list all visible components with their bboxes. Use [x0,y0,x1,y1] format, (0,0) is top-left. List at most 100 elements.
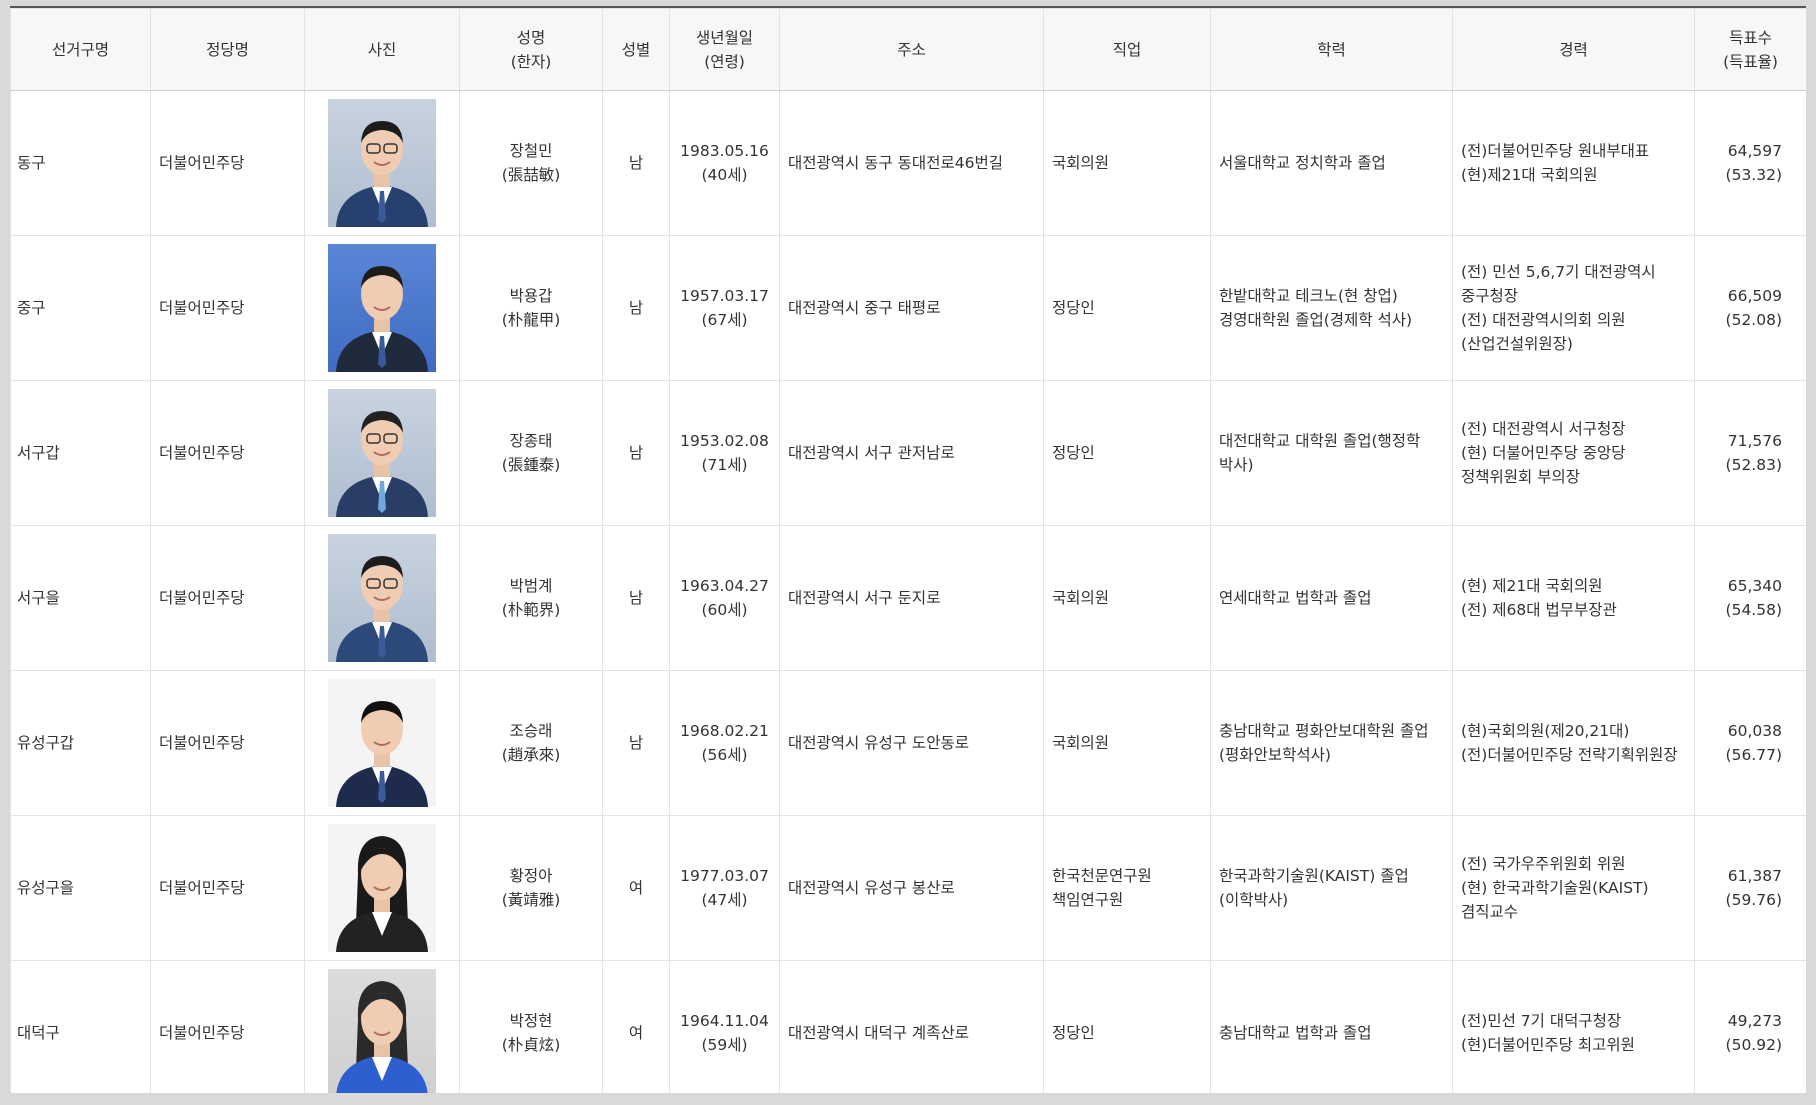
address-cell: 대전광역시 유성구 봉산로 [779,815,1044,961]
text-line: (전) 제68대 법무부장관 [1461,601,1617,619]
photo-cell [304,960,460,1093]
gender-cell: 남 [602,380,670,526]
age: (71세) [701,456,748,474]
age: (56세) [701,746,748,764]
text-line: (현) 제21대 국회의원 [1461,577,1603,595]
vote-count: 65,340 [1727,577,1782,595]
text-line: (전)더불어민주당 전략기획위원장 [1461,746,1678,764]
candidate-hanja: (張喆敏) [501,166,561,184]
candidate-name: 박정현 [509,1012,553,1030]
career-cell: (전) 민선 5,6,7기 대전광역시 중구청장 (전) 대전광역시의회 의원 (산업… [1452,235,1695,381]
votes-cell: 61,387 (59.76) [1694,815,1806,961]
gender-cell: 여 [602,815,670,961]
text-line: 한국과학기술원(KAIST) 졸업 [1219,867,1409,885]
party-cell: 더불어민주당 [150,90,305,236]
name-cell: 황정아 (黃靖雅) [459,815,603,961]
address-cell: 대전광역시 동구 동대전로46번길 [779,90,1044,236]
text-line: (현) 한국과학기술원(KAIST) [1461,879,1649,897]
text-line: 충남대학교 법학과 졸업 [1219,1024,1372,1042]
party-cell: 더불어민주당 [150,960,305,1093]
text-line: 연세대학교 법학과 졸업 [1219,589,1372,607]
text-line: (현)더불어민주당 최고위원 [1461,1036,1635,1054]
candidate-table: 선거구명 정당명 사진 성명 (한자) 성별 생년월일 (연령) 주소 직업 학력 … [10,8,1806,1093]
birth-date: 1957.03.17 [680,287,769,305]
text-line: (현) 더불어민주당 중앙당 [1461,444,1626,462]
career-cell: (전) 대전광역시 서구청장 (현) 더불어민주당 중앙당 정책위원회 부의장 [1452,380,1695,526]
candidate-photo [328,244,436,372]
text-line: 충남대학교 평화안보대학원 졸업 [1219,722,1429,740]
text-line: 정책위원회 부의장 [1461,468,1581,486]
party-cell: 더불어민주당 [150,235,305,381]
education-cell: 충남대학교 평화안보대학원 졸업 (평화안보학석사) [1210,670,1453,816]
candidate-hanja: (朴範界) [501,601,561,619]
text-line: 국회의원 [1052,154,1110,172]
district-cell: 대덕구 [10,960,151,1093]
vote-rate: (50.92) [1725,1036,1782,1054]
photo-cell [304,525,460,671]
gender-cell: 남 [602,525,670,671]
birth-cell: 1968.02.21 (56세) [669,670,780,816]
district-cell: 중구 [10,235,151,381]
candidate-hanja: (朴貞炫) [501,1036,561,1054]
candidate-name: 장종태 [509,432,553,450]
text-line: 국회의원 [1052,589,1110,607]
district-cell: 유성구갑 [10,670,151,816]
career-cell: (현)국회의원(제20,21대) (전)더불어민주당 전략기획위원장 [1452,670,1695,816]
career-cell: (현) 제21대 국회의원 (전) 제68대 법무부장관 [1452,525,1695,671]
candidate-row: 중구 더불어민주당 박용갑 (朴龍甲) 남 1957.03.17 (67세) 대전광역시 중구… [10,235,1806,381]
header-row: 선거구명 정당명 사진 성명 (한자) 성별 생년월일 (연령) 주소 직업 학력 … [10,8,1806,91]
name-cell: 장철민 (張喆敏) [459,90,603,236]
address-cell: 대전광역시 서구 관저남로 [779,380,1044,526]
district-cell: 서구을 [10,525,151,671]
education-cell: 충남대학교 법학과 졸업 [1210,960,1453,1093]
header-party: 정당명 [150,8,305,91]
candidate-photo [328,824,436,952]
address-cell: 대전광역시 중구 태평로 [779,235,1044,381]
header-career: 경력 [1452,8,1695,91]
birth-date: 1953.02.08 [680,432,769,450]
votes-cell: 71,576 (52.83) [1694,380,1806,526]
job-cell: 국회의원 [1043,90,1211,236]
text-line: (현)국회의원(제20,21대) [1461,722,1630,740]
birth-date: 1963.04.27 [680,577,769,595]
candidate-photo [328,389,436,517]
candidate-row: 대덕구 더불어민주당 박정현 (朴貞炫) 여 1964.11.04 (59세) 대전광역시 대… [10,960,1806,1093]
gender-cell: 남 [602,235,670,381]
vote-rate: (54.58) [1725,601,1782,619]
text-line: (전) 대전광역시의회 의원 [1461,311,1626,329]
text-line: (전) 국가우주위원회 위원 [1461,855,1626,873]
career-cell: (전)민선 7기 대덕구청장 (현)더불어민주당 최고위원 [1452,960,1695,1093]
party-cell: 더불어민주당 [150,380,305,526]
age: (67세) [701,311,748,329]
birth-cell: 1953.02.08 (71세) [669,380,780,526]
candidate-name: 박용갑 [509,287,553,305]
candidate-name: 황정아 [509,867,553,885]
age: (47세) [701,891,748,909]
vote-count: 64,597 [1727,142,1782,160]
photo-cell [304,235,460,381]
job-cell: 정당인 [1043,380,1211,526]
birth-cell: 1983.05.16 (40세) [669,90,780,236]
votes-cell: 49,273 (50.92) [1694,960,1806,1093]
candidate-hanja: (張鍾泰) [501,456,561,474]
header-name: 성명 (한자) [459,8,603,91]
candidate-photo [328,534,436,662]
text-line: (산업건설위원장) [1461,335,1573,353]
vote-count: 71,576 [1727,432,1782,450]
job-cell: 정당인 [1043,235,1211,381]
gender-cell: 여 [602,960,670,1093]
district-cell: 서구갑 [10,380,151,526]
photo-cell [304,815,460,961]
job-cell: 한국천문연구원 책임연구원 [1043,815,1211,961]
header-district: 선거구명 [10,8,151,91]
address-cell: 대전광역시 유성구 도안동로 [779,670,1044,816]
photo-cell [304,380,460,526]
header-votes: 득표수 (득표율) [1694,8,1806,91]
candidate-table-frame: 선거구명 정당명 사진 성명 (한자) 성별 생년월일 (연령) 주소 직업 학력 … [10,6,1806,1093]
text-line: 경영대학원 졸업(경제학 석사) [1219,311,1413,329]
address-cell: 대전광역시 서구 둔지로 [779,525,1044,671]
header-birth: 생년월일 (연령) [669,8,780,91]
vote-rate: (52.83) [1725,456,1782,474]
vote-rate: (52.08) [1725,311,1782,329]
candidate-hanja: (黃靖雅) [501,891,561,909]
